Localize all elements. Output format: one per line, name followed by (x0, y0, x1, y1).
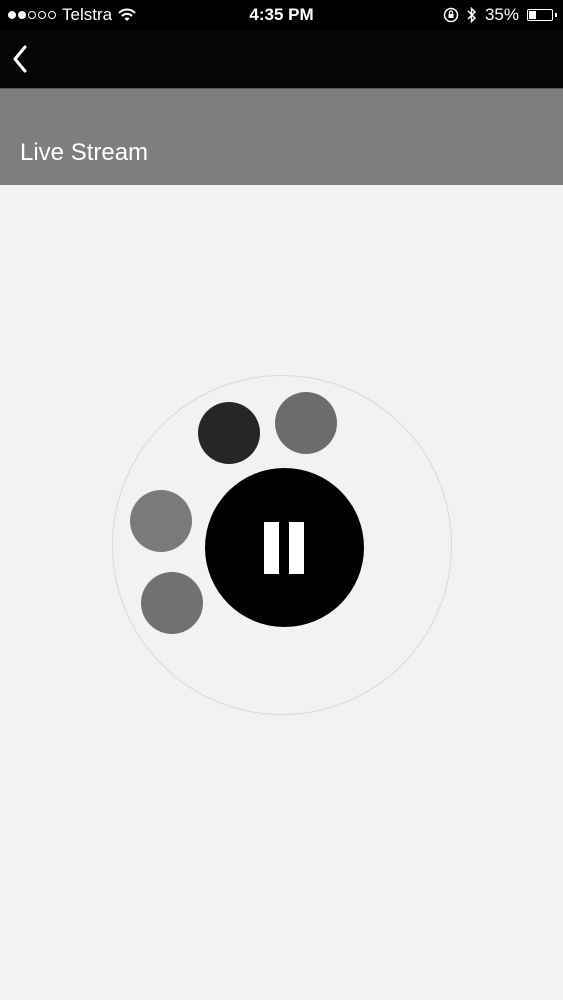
stream-bubble-4[interactable] (141, 572, 203, 634)
bluetooth-icon (467, 7, 477, 23)
page-title: Live Stream (20, 139, 149, 166)
pause-bar-left (264, 522, 279, 574)
orientation-lock-icon (443, 7, 459, 23)
pause-button[interactable] (205, 468, 364, 627)
stream-bubble-1[interactable] (198, 402, 260, 464)
title-bar: Live Stream (0, 88, 563, 185)
battery-level-fill (529, 11, 536, 19)
live-stream-content (0, 185, 563, 1000)
chevron-left-icon (13, 45, 27, 73)
battery-icon (527, 9, 557, 21)
navigation-bar (0, 30, 563, 88)
pause-icon (264, 522, 306, 574)
status-right: 35% (443, 5, 557, 25)
back-button[interactable] (8, 42, 38, 76)
pause-bar-right (289, 522, 304, 574)
battery-percent: 35% (484, 5, 519, 24)
stream-bubble-2[interactable] (275, 392, 337, 454)
status-bar: Telstra 4:35 PM 35% (0, 0, 563, 30)
stream-bubble-3[interactable] (130, 490, 192, 552)
